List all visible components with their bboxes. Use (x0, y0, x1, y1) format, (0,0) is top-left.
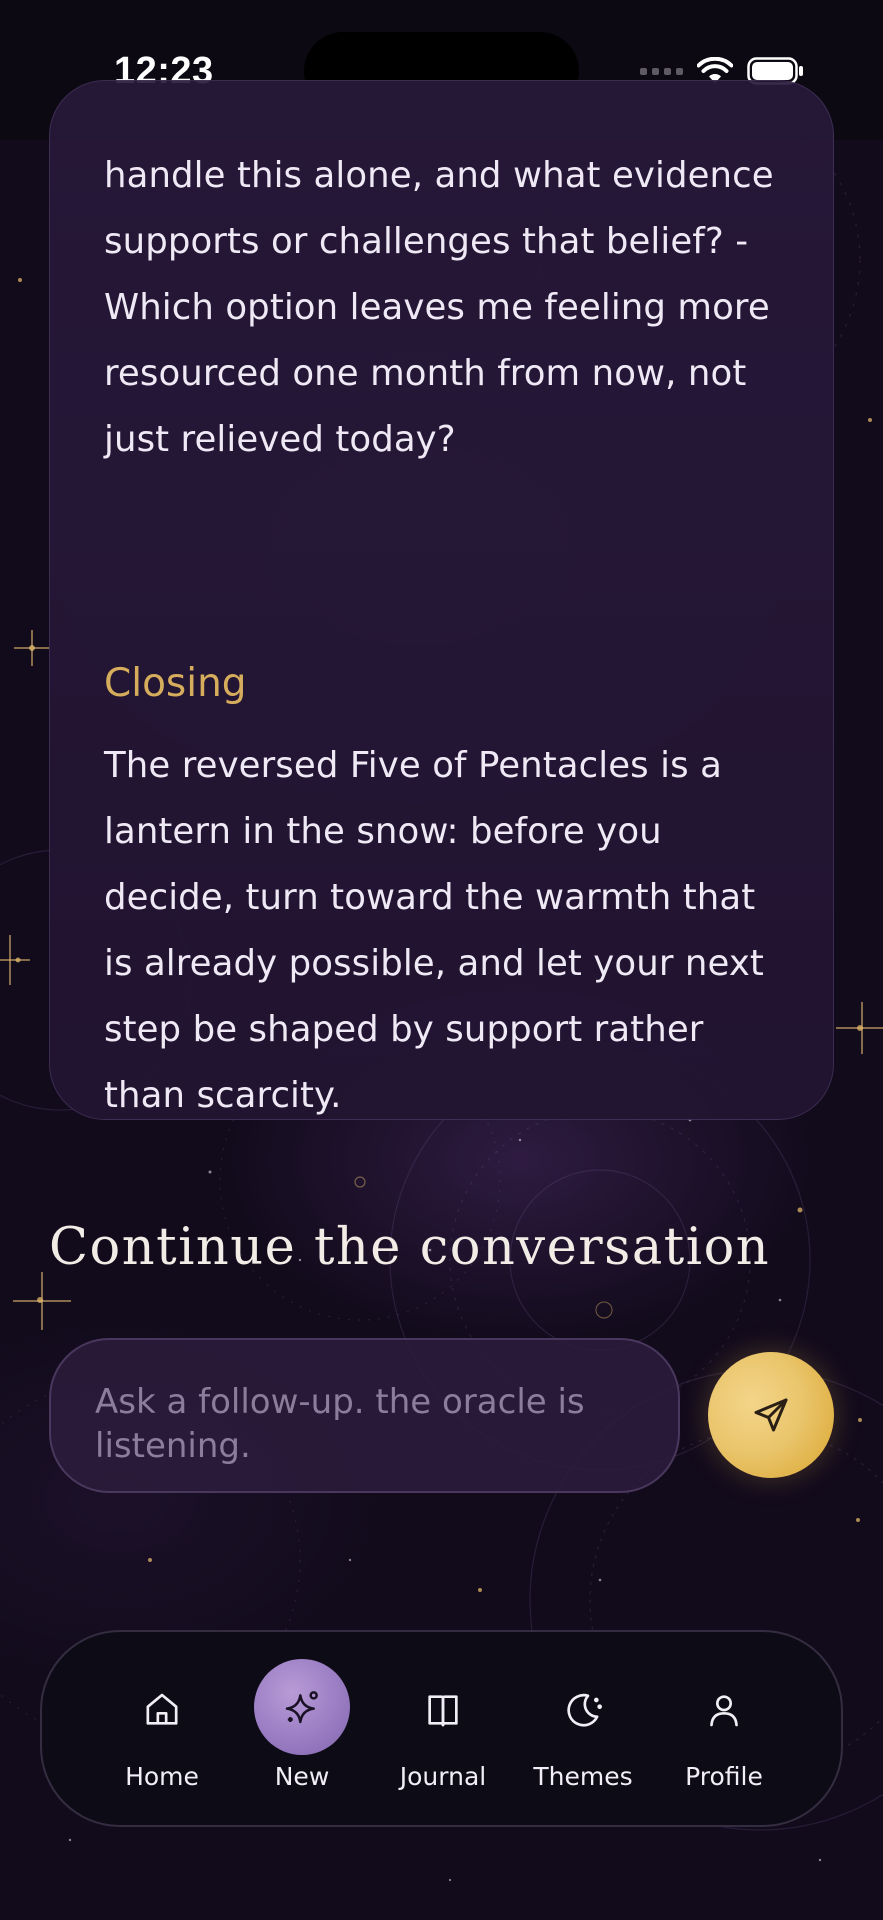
continue-conversation-title: Continue the conversation (49, 1218, 771, 1277)
closing-heading: Closing (104, 661, 247, 706)
nav-label-profile: Profile (685, 1762, 763, 1791)
nav-label-home: Home (125, 1762, 199, 1791)
nav-label-journal: Journal (399, 1762, 487, 1791)
paper-plane-icon (754, 1398, 788, 1432)
nav-item-journal[interactable]: Journal (378, 1632, 508, 1829)
bottom-nav: Home New Journal Themes Profile (40, 1630, 843, 1827)
nav-item-new[interactable]: New (237, 1632, 367, 1829)
sparkles-icon (285, 1691, 318, 1724)
book-icon (428, 1695, 458, 1727)
nav-item-themes[interactable]: Themes (518, 1632, 648, 1829)
nav-active-indicator (254, 1659, 350, 1755)
closing-text: The reversed Five of Pentacles is a lant… (104, 745, 764, 1116)
user-icon (710, 1695, 738, 1727)
reading-card: handle this alone, and what evidence sup… (49, 80, 834, 1120)
follow-up-placeholder: Ask a follow-up. the oracle is listening… (95, 1382, 585, 1466)
follow-up-input[interactable]: Ask a follow-up. the oracle is listening… (49, 1338, 680, 1493)
reading-text: handle this alone, and what evidence sup… (104, 155, 774, 460)
nav-label-new: New (274, 1762, 330, 1791)
nav-item-home[interactable]: Home (97, 1632, 227, 1829)
nav-item-profile[interactable]: Profile (659, 1632, 789, 1829)
home-icon (146, 1693, 178, 1725)
nav-label-themes: Themes (533, 1762, 633, 1791)
moon-icon (567, 1693, 602, 1727)
send-button[interactable] (708, 1352, 834, 1478)
cellular-signal-icon (640, 67, 683, 75)
